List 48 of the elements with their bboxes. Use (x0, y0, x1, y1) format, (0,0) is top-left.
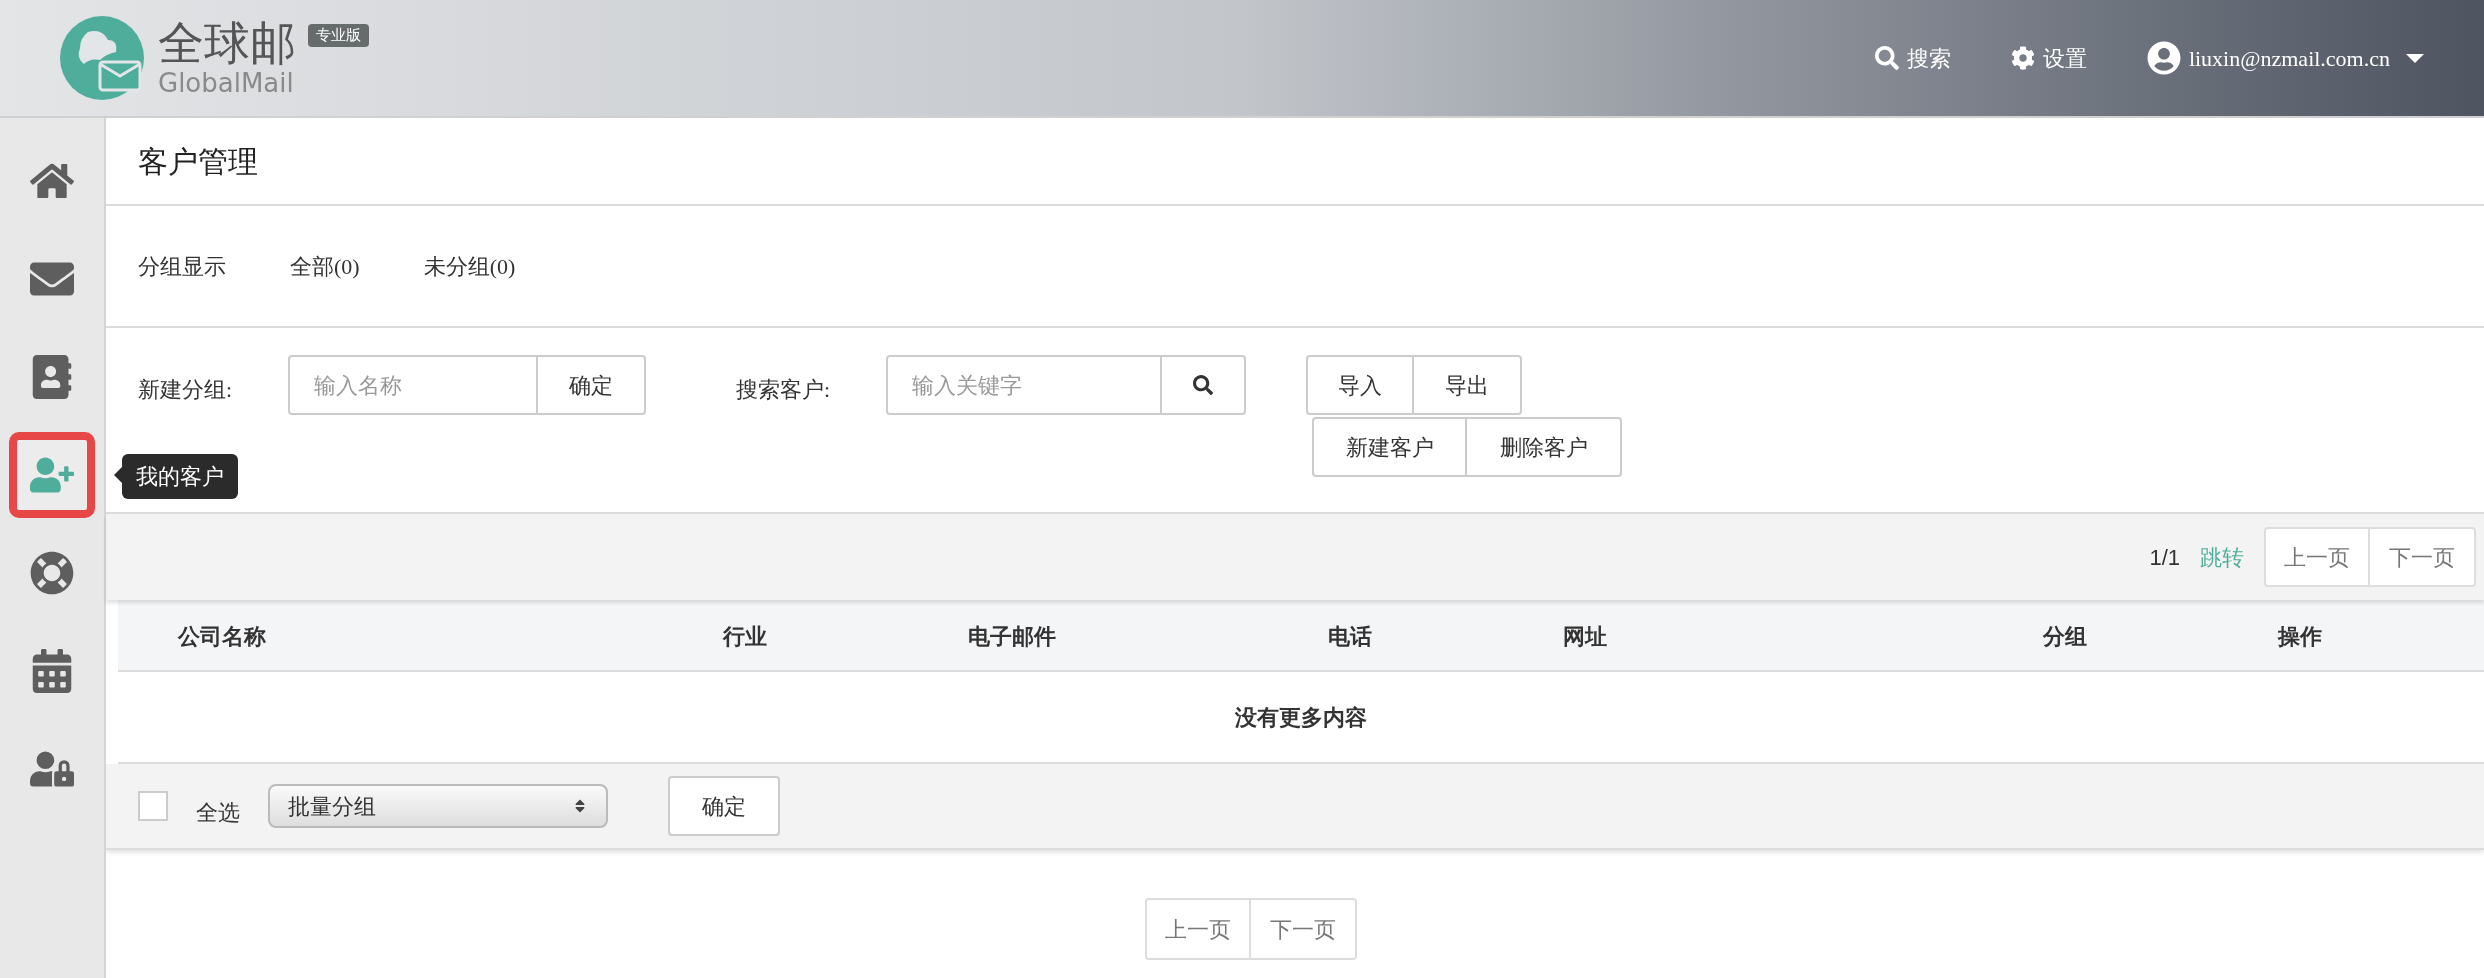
search-customer-label: 搜索客户: (736, 376, 832, 404)
logo-name: 全球邮 (158, 20, 296, 66)
prev-page-button[interactable]: 上一页 (1145, 898, 1251, 960)
next-page-button[interactable]: 下一页 (2370, 527, 2476, 587)
address-book-icon (30, 355, 74, 399)
column-header: 网址 (1563, 623, 1607, 651)
toolbar-button[interactable]: 删除客户 (1467, 417, 1622, 477)
toolbar-button[interactable]: 导入 (1306, 355, 1414, 415)
empty-message: 没有更多内容 (1235, 703, 1367, 732)
lifebuoy-icon (30, 551, 74, 595)
logo-icon (58, 14, 146, 102)
keyword-search-input[interactable]: 输入关键字 (886, 355, 1162, 415)
search-icon (1193, 375, 1213, 395)
user-menu[interactable]: liuxin@nzmail.com.cn (2146, 41, 2424, 75)
group-filter-link[interactable]: 全部(0) (290, 249, 360, 283)
logo-subtitle: GlobalMail (158, 70, 295, 96)
batch-group-select[interactable]: 批量分组 (268, 784, 608, 828)
search-icon (1874, 46, 1899, 70)
group-name-input[interactable]: 输入名称 (288, 355, 538, 415)
calendar-icon (30, 649, 74, 693)
column-header: 公司名称 (178, 623, 266, 651)
toolbar-button[interactable]: 导出 (1414, 355, 1522, 415)
search-button[interactable] (1162, 355, 1246, 415)
settings-icon (2010, 46, 2035, 70)
confirm-button[interactable]: 确定 (538, 355, 646, 415)
column-header: 分组 (2043, 623, 2087, 651)
page-indicator: 1/1 (2149, 543, 2180, 572)
prev-page-button[interactable]: 上一页 (2264, 527, 2370, 587)
page-title: 客户管理 (138, 143, 258, 180)
avatar-icon (2146, 41, 2181, 75)
column-header: 行业 (723, 623, 767, 651)
sidebar-item[interactable] (9, 432, 95, 518)
settings-link[interactable]: 设置 (2010, 41, 2087, 75)
caret-icon (2406, 53, 2424, 63)
group-filter-label: 分组显示 (138, 252, 226, 281)
new-group-label: 新建分组: (138, 376, 234, 404)
column-header: 电子邮件 (968, 623, 1056, 651)
edition-badge: 专业版 (308, 24, 369, 47)
select-all-checkbox[interactable] (138, 791, 168, 821)
search-link[interactable]: 搜索 (1874, 41, 1951, 75)
next-page-button[interactable]: 下一页 (1251, 898, 1357, 960)
column-header: 电话 (1328, 623, 1372, 651)
toolbar-button[interactable]: 新建客户 (1312, 417, 1467, 477)
group-filter-link[interactable]: 未分组(0) (423, 249, 516, 283)
confirm-button[interactable]: 确定 (668, 776, 780, 836)
tooltip-arrow-icon (114, 467, 122, 483)
column-header: 操作 (2278, 623, 2322, 651)
select-all-label: 全选 (196, 798, 240, 827)
